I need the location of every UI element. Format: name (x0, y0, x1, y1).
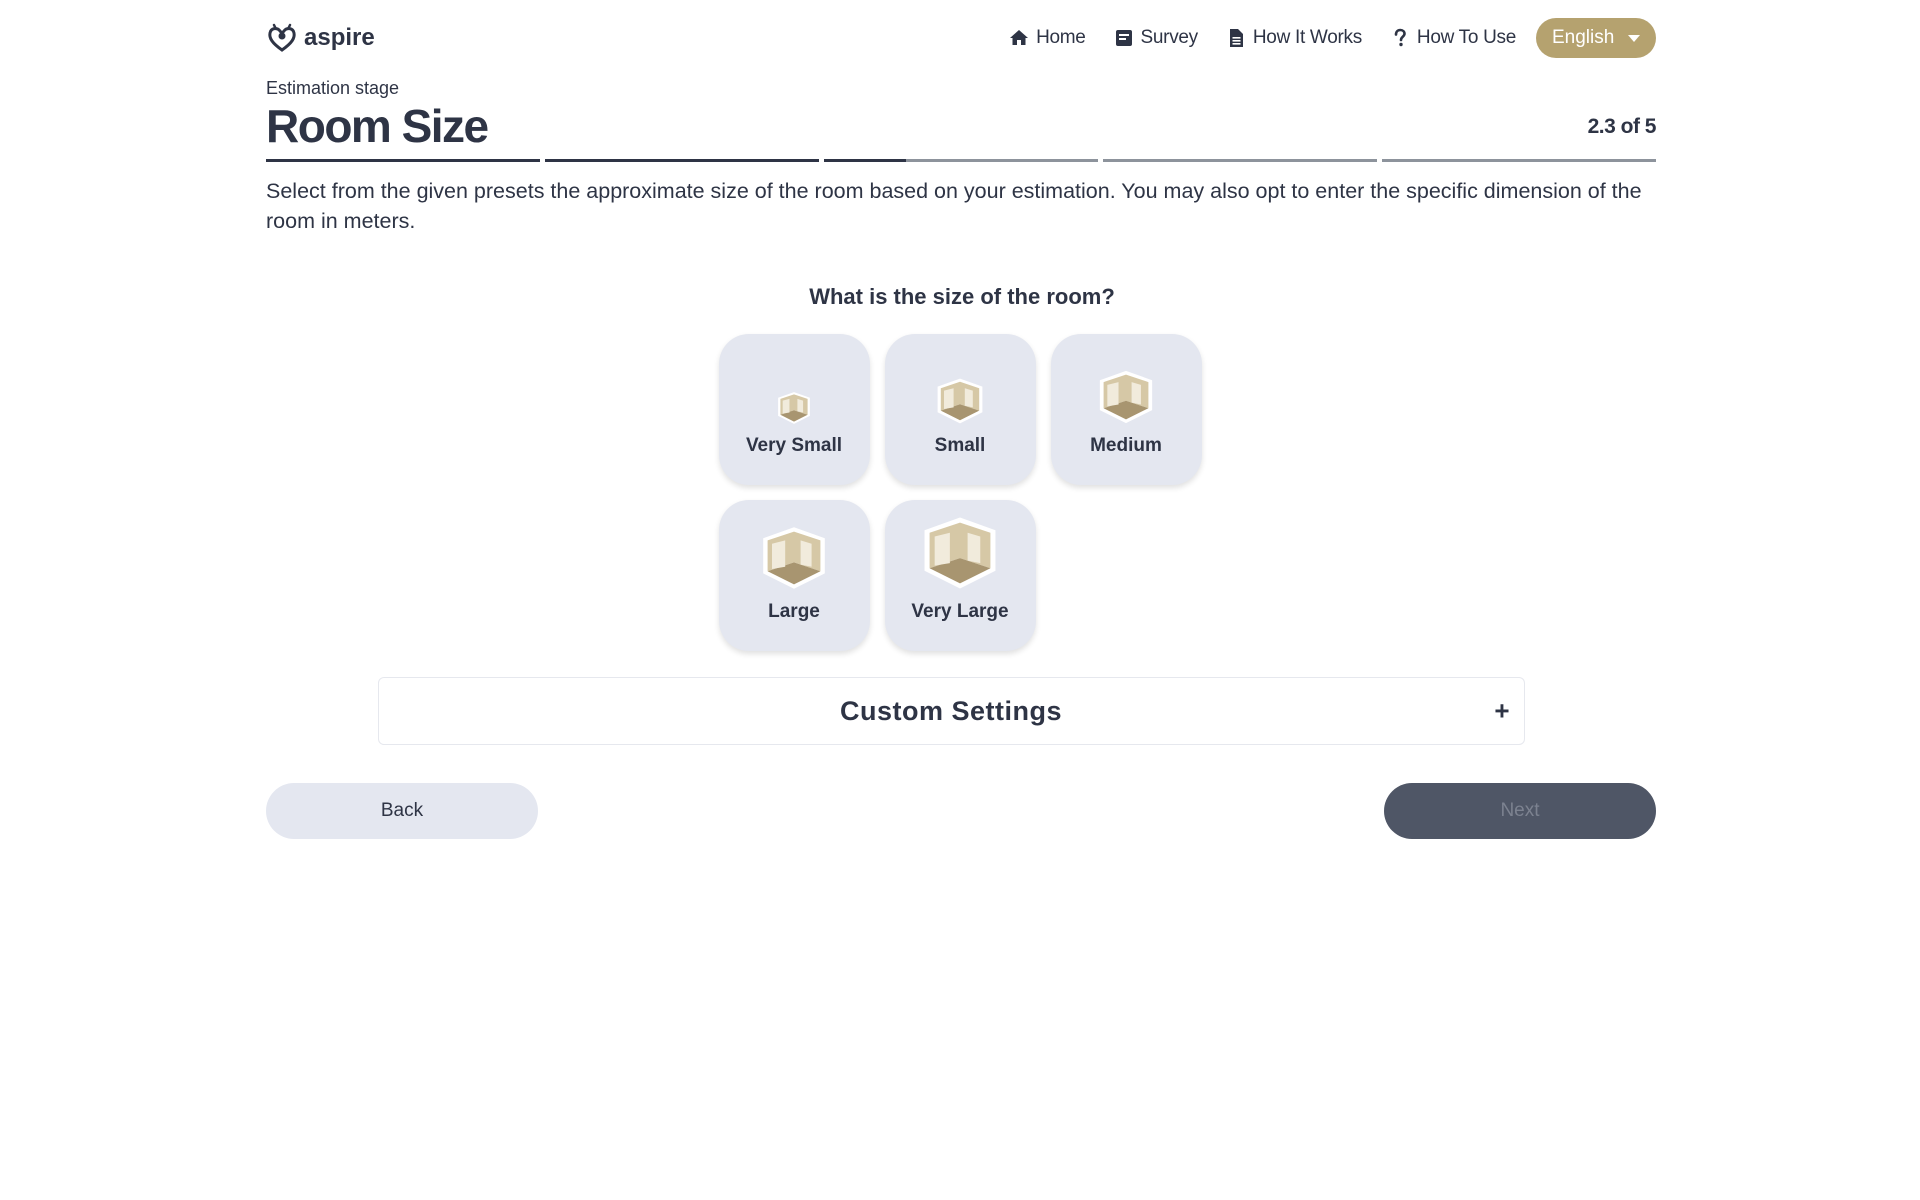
main-nav: Home Survey How It Works How To Use Engl… (1009, 18, 1656, 58)
language-select-value: English (1552, 27, 1615, 48)
survey-icon (1115, 30, 1132, 46)
room-medium-icon (1099, 370, 1153, 424)
question-text: What is the size of the room? (809, 284, 1115, 309)
progress-segment (1382, 159, 1656, 162)
next-button[interactable]: Next (1384, 783, 1656, 839)
progress-segment (824, 159, 1098, 162)
nav-home-label: Home (1036, 27, 1086, 48)
room-small-icon (937, 378, 983, 424)
plus-icon[interactable]: + (1494, 696, 1509, 727)
brand-name: aspire (304, 24, 375, 51)
room-very-large-icon (924, 517, 996, 589)
option-large[interactable]: Large (718, 500, 870, 651)
page-container: aspire Home Survey How It Works How To U… (264, 0, 1657, 839)
option-very-small[interactable]: Very Small (718, 334, 870, 485)
home-icon (1010, 30, 1029, 45)
stage-label: Estimation stage (266, 78, 400, 98)
brand-logo[interactable]: aspire (266, 22, 375, 54)
nav-survey-label: Survey (1140, 27, 1199, 48)
heart-logo-icon (268, 23, 296, 52)
option-label: Very Large (911, 601, 1009, 622)
option-very-large[interactable]: Very Large (884, 500, 1036, 651)
chevron-down-icon (1628, 34, 1640, 42)
form-actions: Back Next (266, 783, 1656, 839)
page-description: Select from the given presets the approx… (266, 179, 1642, 233)
option-label: Very Small (745, 435, 843, 456)
step-counter: 2.3 of 5 (1587, 115, 1657, 138)
nav-home[interactable]: Home (1009, 27, 1086, 49)
progress-segment-fill (545, 159, 819, 162)
back-button[interactable]: Back (266, 783, 538, 839)
language-select[interactable]: English (1536, 18, 1656, 58)
nav-how-to-use[interactable]: How To Use (1390, 27, 1516, 49)
custom-settings-title: Custom Settings (839, 695, 1062, 726)
room-size-options: Very Small Small Medium Large Very Large (718, 334, 1202, 651)
custom-settings-accordion[interactable]: Custom Settings + (377, 677, 1525, 745)
progress-segment (1103, 159, 1377, 162)
progress-segment-fill (824, 159, 907, 162)
page-title: Room Size (266, 100, 489, 152)
step-progress-bar (266, 159, 1656, 162)
room-very-small-icon (778, 392, 810, 424)
option-label: Medium (1090, 435, 1162, 456)
option-small[interactable]: Small (884, 334, 1036, 485)
option-label: Large (768, 601, 820, 622)
progress-segment (266, 159, 540, 162)
document-icon (1229, 29, 1243, 47)
top-navigation-bar: aspire Home Survey How It Works How To U… (266, 0, 1656, 76)
title-row: Room Size 2.3 of 5 (266, 99, 1657, 153)
progress-segment (545, 159, 819, 162)
nav-how-to-use-label: How To Use (1416, 27, 1516, 48)
nav-how-it-works-label: How It Works (1252, 27, 1362, 48)
option-medium[interactable]: Medium (1050, 334, 1202, 485)
question-icon (1394, 28, 1406, 47)
option-label: Small (934, 435, 986, 456)
nav-how-it-works[interactable]: How It Works (1226, 27, 1362, 49)
room-large-icon (763, 527, 825, 589)
nav-survey[interactable]: Survey (1114, 27, 1198, 49)
progress-segment-fill (266, 159, 540, 162)
